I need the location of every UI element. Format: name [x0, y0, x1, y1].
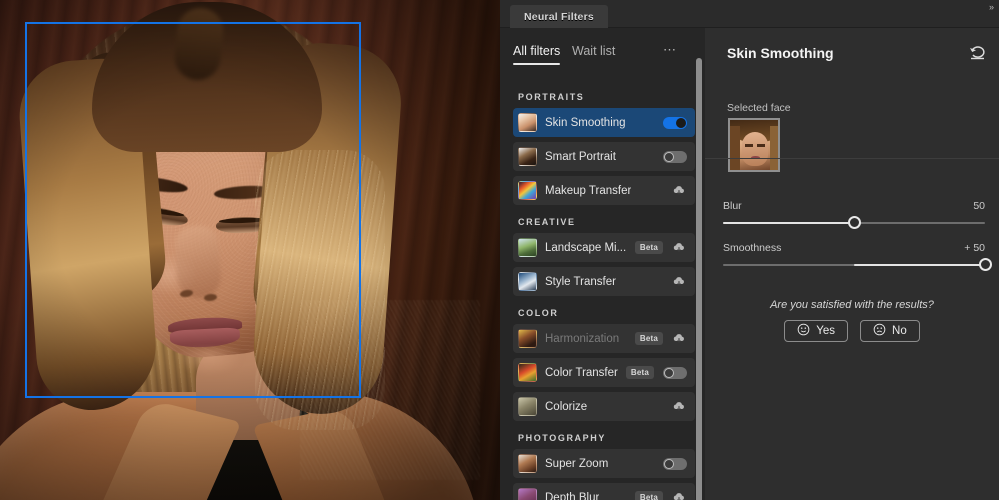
- filter-label: Makeup Transfer: [545, 185, 631, 197]
- beta-badge: Beta: [635, 332, 663, 345]
- slider-smoothness-handle[interactable]: [979, 258, 992, 271]
- filter-row-style-transfer[interactable]: Style Transfer: [513, 267, 695, 296]
- beta-badge: Beta: [635, 491, 663, 500]
- landscape-thumbnail: [518, 238, 537, 257]
- feedback-buttons: Yes No: [705, 320, 999, 342]
- smiley-sad-icon: [873, 323, 886, 339]
- slider-blur-handle[interactable]: [848, 216, 861, 229]
- toggle-knob: [664, 152, 674, 162]
- slider-blur-fill: [723, 222, 854, 224]
- cloud-download-icon[interactable]: [672, 241, 686, 254]
- more-options-icon[interactable]: ⋯: [663, 42, 677, 58]
- filter-row-harmonization[interactable]: Harmonization Beta: [513, 324, 695, 353]
- scrollbar-thumb[interactable]: [696, 58, 702, 500]
- beta-badge: Beta: [635, 241, 663, 254]
- vignette: [0, 0, 500, 500]
- depthblur-thumbnail: [518, 488, 537, 500]
- portrait-thumbnail: [518, 181, 537, 200]
- feedback-no-button[interactable]: No: [860, 320, 920, 342]
- feedback-yes-button[interactable]: Yes: [784, 320, 848, 342]
- filter-detail-column: Skin Smoothing Selected face Blur: [705, 28, 999, 500]
- slider-blur-label: Blur: [723, 200, 742, 212]
- filter-toggle[interactable]: [663, 367, 687, 379]
- chevron-double-right-icon[interactable]: »: [989, 2, 993, 12]
- filter-label: Color Transfer: [545, 367, 618, 379]
- toggle-knob: [664, 368, 674, 378]
- colorize-thumbnail: [518, 397, 537, 416]
- selected-face-label: Selected face: [727, 102, 791, 114]
- filter-row-makeup-transfer[interactable]: Makeup Transfer: [513, 176, 695, 205]
- tab-neural-filters[interactable]: Neural Filters: [510, 5, 608, 28]
- filter-row-landscape-mi[interactable]: Landscape Mi... Beta: [513, 233, 695, 262]
- filter-group-title: CREATIVE: [500, 217, 705, 227]
- filter-toggle[interactable]: [663, 151, 687, 163]
- feedback-no-label: No: [892, 325, 907, 337]
- filter-label: Skin Smoothing: [545, 117, 626, 129]
- filter-toggle[interactable]: [663, 458, 687, 470]
- image-canvas[interactable]: [0, 0, 500, 500]
- slider-smoothness-fill: [854, 264, 985, 266]
- filter-group-title: PORTRAITS: [500, 92, 705, 102]
- filter-list-column: All filters Wait list ⋯ PORTRAITS Skin Sm…: [500, 28, 705, 500]
- neural-filters-panel: Neural Filters » All filters Wait list ⋯…: [500, 0, 999, 500]
- filter-label: Harmonization: [545, 333, 619, 345]
- filter-label: Depth Blur: [545, 492, 599, 500]
- filter-label: Style Transfer: [545, 276, 616, 288]
- cloud-download-icon[interactable]: [672, 275, 686, 288]
- cloud-download-icon[interactable]: [672, 491, 686, 500]
- portrait-thumbnail: [518, 147, 537, 166]
- slider-blur-track[interactable]: [723, 222, 985, 224]
- filter-row-depth-blur[interactable]: Depth Blur Beta: [513, 483, 695, 500]
- tab-all-filters[interactable]: All filters: [513, 44, 560, 58]
- panel-tab-bar: Neural Filters »: [500, 0, 999, 28]
- filter-group-title: COLOR: [500, 308, 705, 318]
- filter-row-colorize[interactable]: Colorize: [513, 392, 695, 421]
- filter-group-title: PHOTOGRAPHY: [500, 433, 705, 443]
- toggle-knob: [676, 118, 686, 128]
- vertical-scrollbar[interactable]: [696, 58, 702, 500]
- filter-toggle[interactable]: [663, 117, 687, 129]
- filter-row-super-zoom[interactable]: Super Zoom: [513, 449, 695, 478]
- filter-row-smart-portrait[interactable]: Smart Portrait: [513, 142, 695, 171]
- filter-row-skin-smoothing[interactable]: Skin Smoothing: [513, 108, 695, 137]
- photoshop-window: Neural Filters » All filters Wait list ⋯…: [0, 0, 999, 500]
- filter-row-color-transfer[interactable]: Color Transfer Beta: [513, 358, 695, 387]
- page-title: Skin Smoothing: [727, 45, 834, 61]
- harmonization-thumbnail: [518, 329, 537, 348]
- feedback-question: Are you satisfied with the results?: [705, 299, 999, 311]
- portrait-thumbnail: [518, 113, 537, 132]
- filter-label: Landscape Mi...: [545, 242, 626, 254]
- slider-blur-value: 50: [973, 200, 985, 212]
- color-thumbnail: [518, 363, 537, 382]
- reset-undo-icon[interactable]: [969, 45, 987, 66]
- superzoom-thumbnail: [518, 454, 537, 473]
- divider: [705, 158, 999, 159]
- selected-face-thumbnail[interactable]: [728, 118, 780, 172]
- toggle-knob: [664, 459, 674, 469]
- slider-smoothness-value: + 50: [964, 242, 985, 254]
- filter-label: Colorize: [545, 401, 587, 413]
- beta-badge: Beta: [626, 366, 654, 379]
- slider-smoothness-track[interactable]: [723, 264, 985, 266]
- cloud-download-icon[interactable]: [672, 184, 686, 197]
- style-thumbnail: [518, 272, 537, 291]
- filter-list: PORTRAITS Skin Smoothing Smart Portrait Mak…: [500, 80, 705, 500]
- tab-wait-list[interactable]: Wait list: [572, 44, 615, 58]
- smiley-happy-icon: [797, 323, 810, 339]
- filter-label: Smart Portrait: [545, 151, 616, 163]
- feedback-yes-label: Yes: [816, 325, 835, 337]
- cloud-download-icon[interactable]: [672, 400, 686, 413]
- slider-smoothness-label: Smoothness: [723, 242, 781, 254]
- filter-label: Super Zoom: [545, 458, 608, 470]
- cloud-download-icon[interactable]: [672, 332, 686, 345]
- filter-tabs: All filters Wait list ⋯: [500, 40, 705, 74]
